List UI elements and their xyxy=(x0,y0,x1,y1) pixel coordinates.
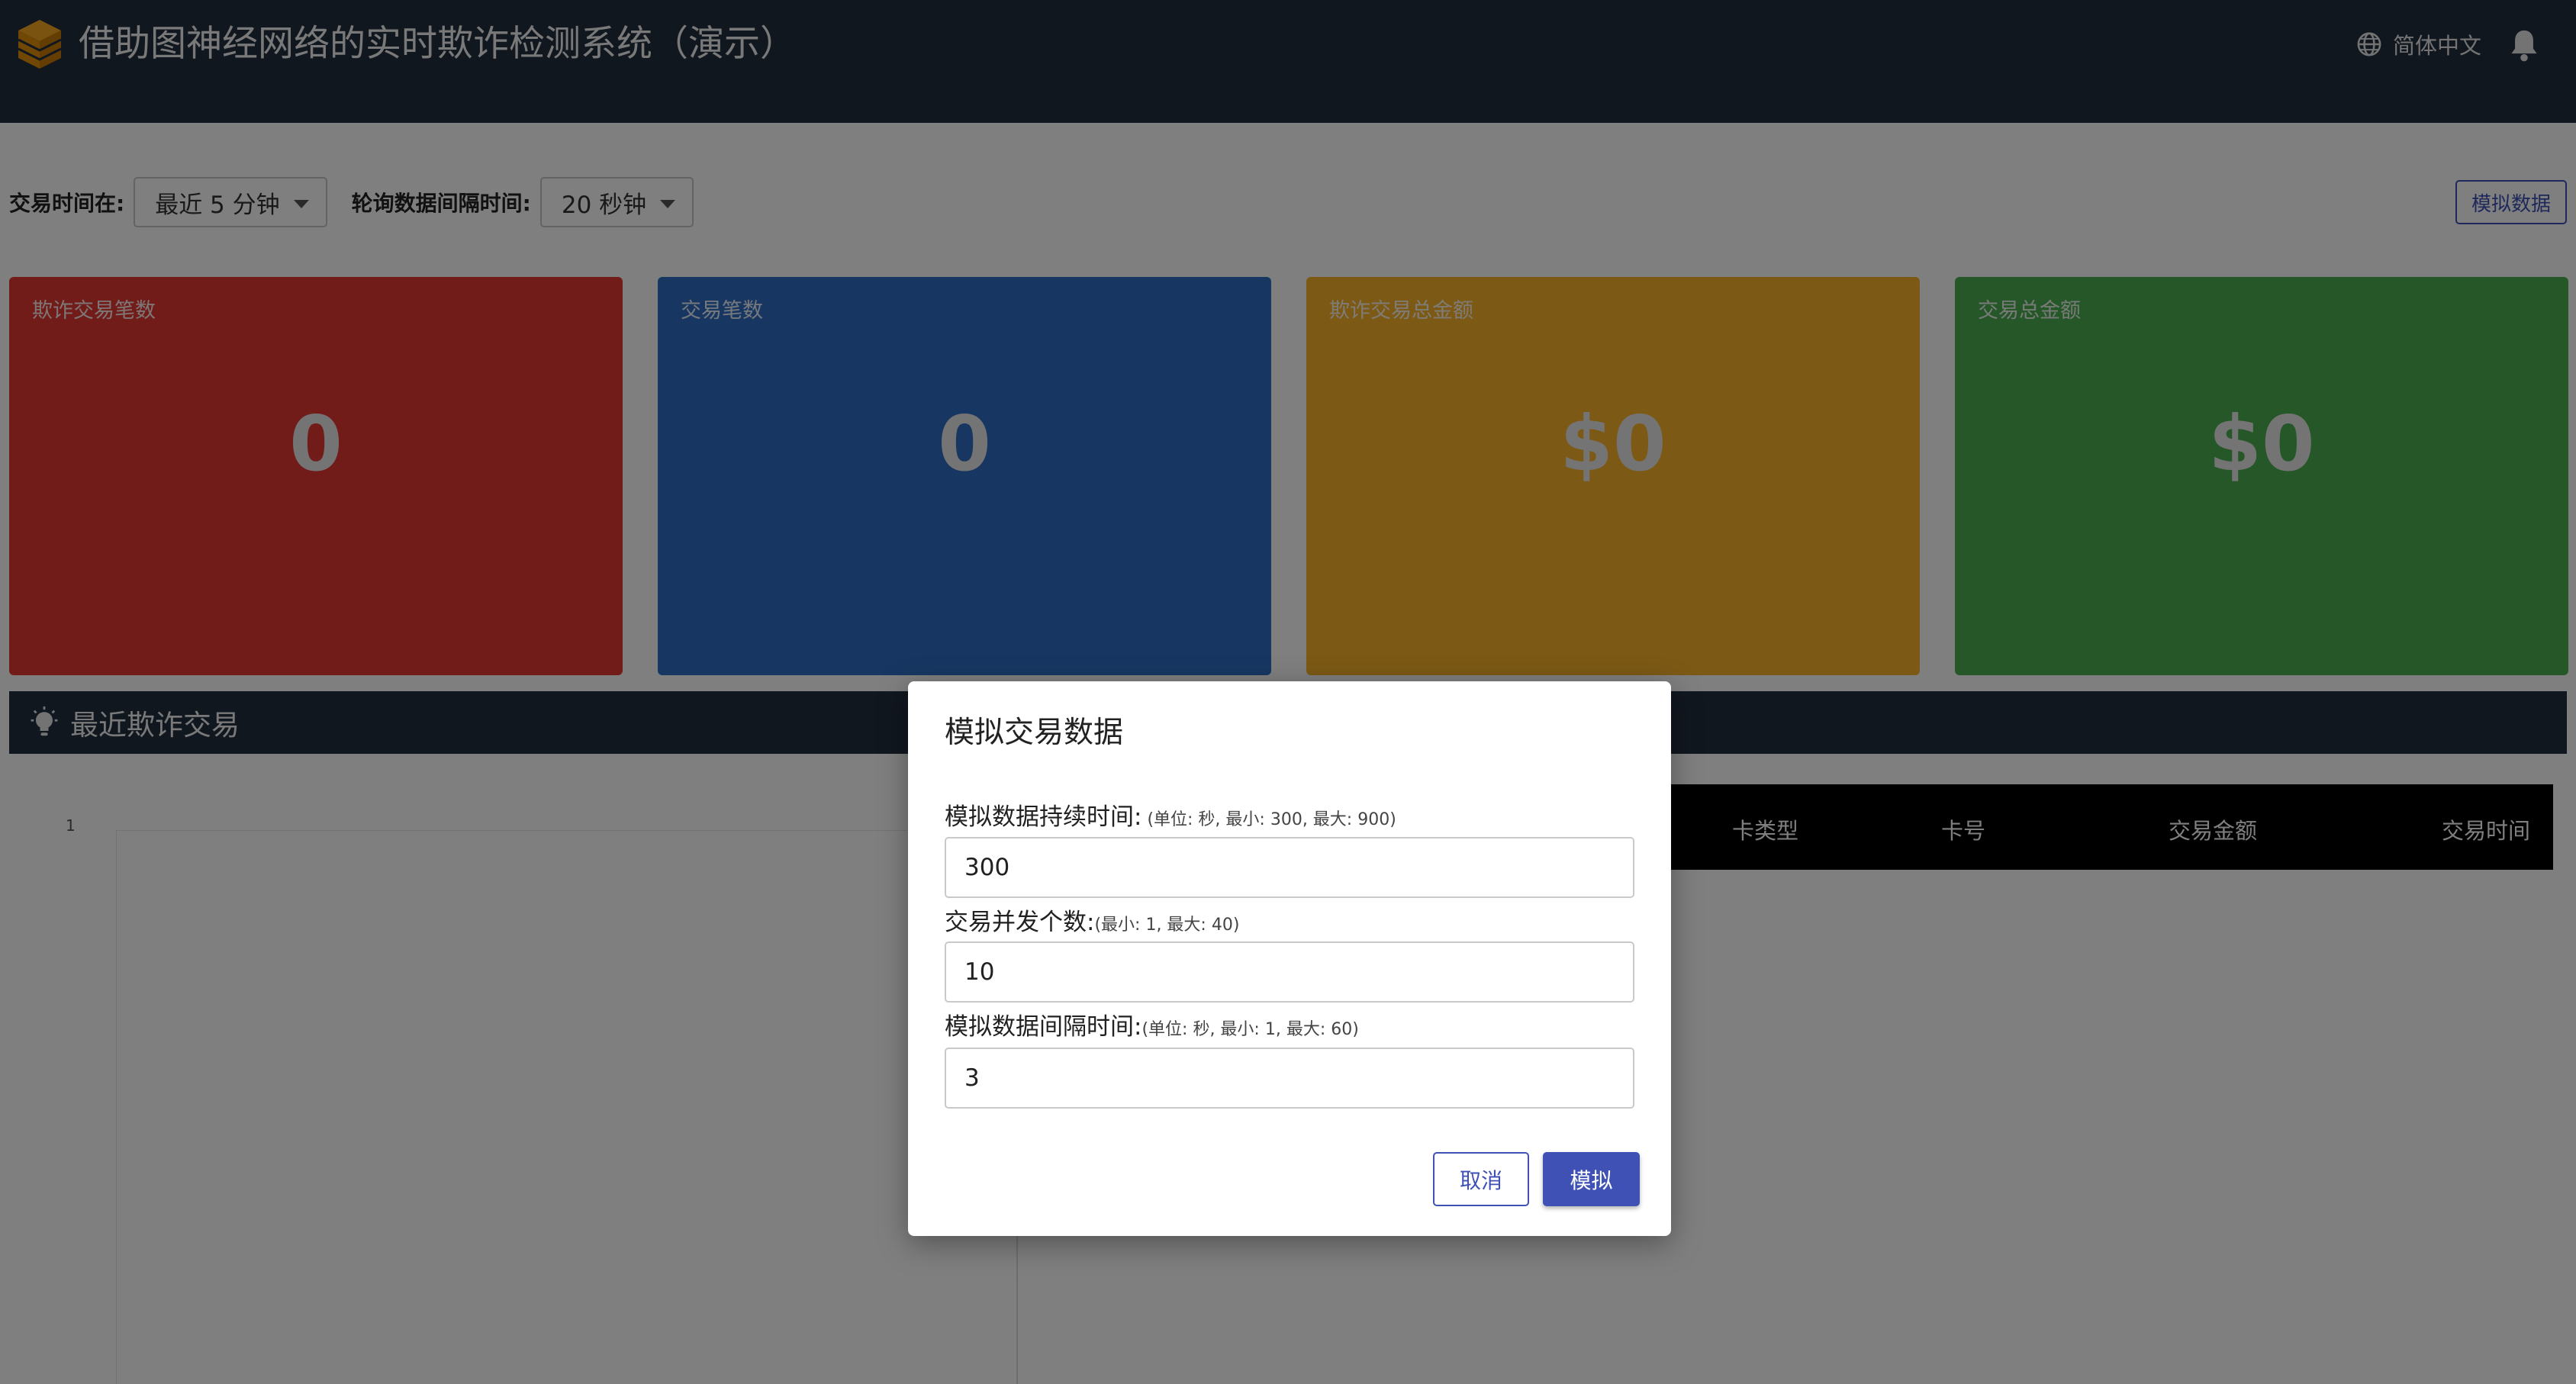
duration-hint: (单位: 秒, 最小: 300, 最大: 900) xyxy=(1141,810,1396,829)
duration-input[interactable] xyxy=(945,837,1634,898)
simulate-button[interactable]: 模拟 xyxy=(1543,1152,1640,1206)
concurrency-hint: (最小: 1, 最大: 40) xyxy=(1094,916,1240,935)
interval-label-text: 模拟数据间隔时间: xyxy=(945,1013,1142,1041)
duration-label: 模拟数据持续时间: (单位: 秒, 最小: 300, 最大: 900) xyxy=(945,797,1396,832)
interval-hint: (单位: 秒, 最小: 1, 最大: 60) xyxy=(1141,1020,1359,1039)
duration-label-text: 模拟数据持续时间: xyxy=(945,803,1142,831)
cancel-button[interactable]: 取消 xyxy=(1433,1152,1529,1206)
concurrency-input[interactable] xyxy=(945,941,1634,1003)
concurrency-label-text: 交易并发个数: xyxy=(945,909,1095,936)
concurrency-label: 交易并发个数:(最小: 1, 最大: 40) xyxy=(945,903,1239,937)
dialog-title: 模拟交易数据 xyxy=(945,716,1124,750)
interval-input[interactable] xyxy=(945,1048,1634,1109)
simulate-dialog: 模拟交易数据 模拟数据持续时间: (单位: 秒, 最小: 300, 最大: 90… xyxy=(908,681,1671,1236)
interval-label: 模拟数据间隔时间:(单位: 秒, 最小: 1, 最大: 60) xyxy=(945,1007,1359,1041)
